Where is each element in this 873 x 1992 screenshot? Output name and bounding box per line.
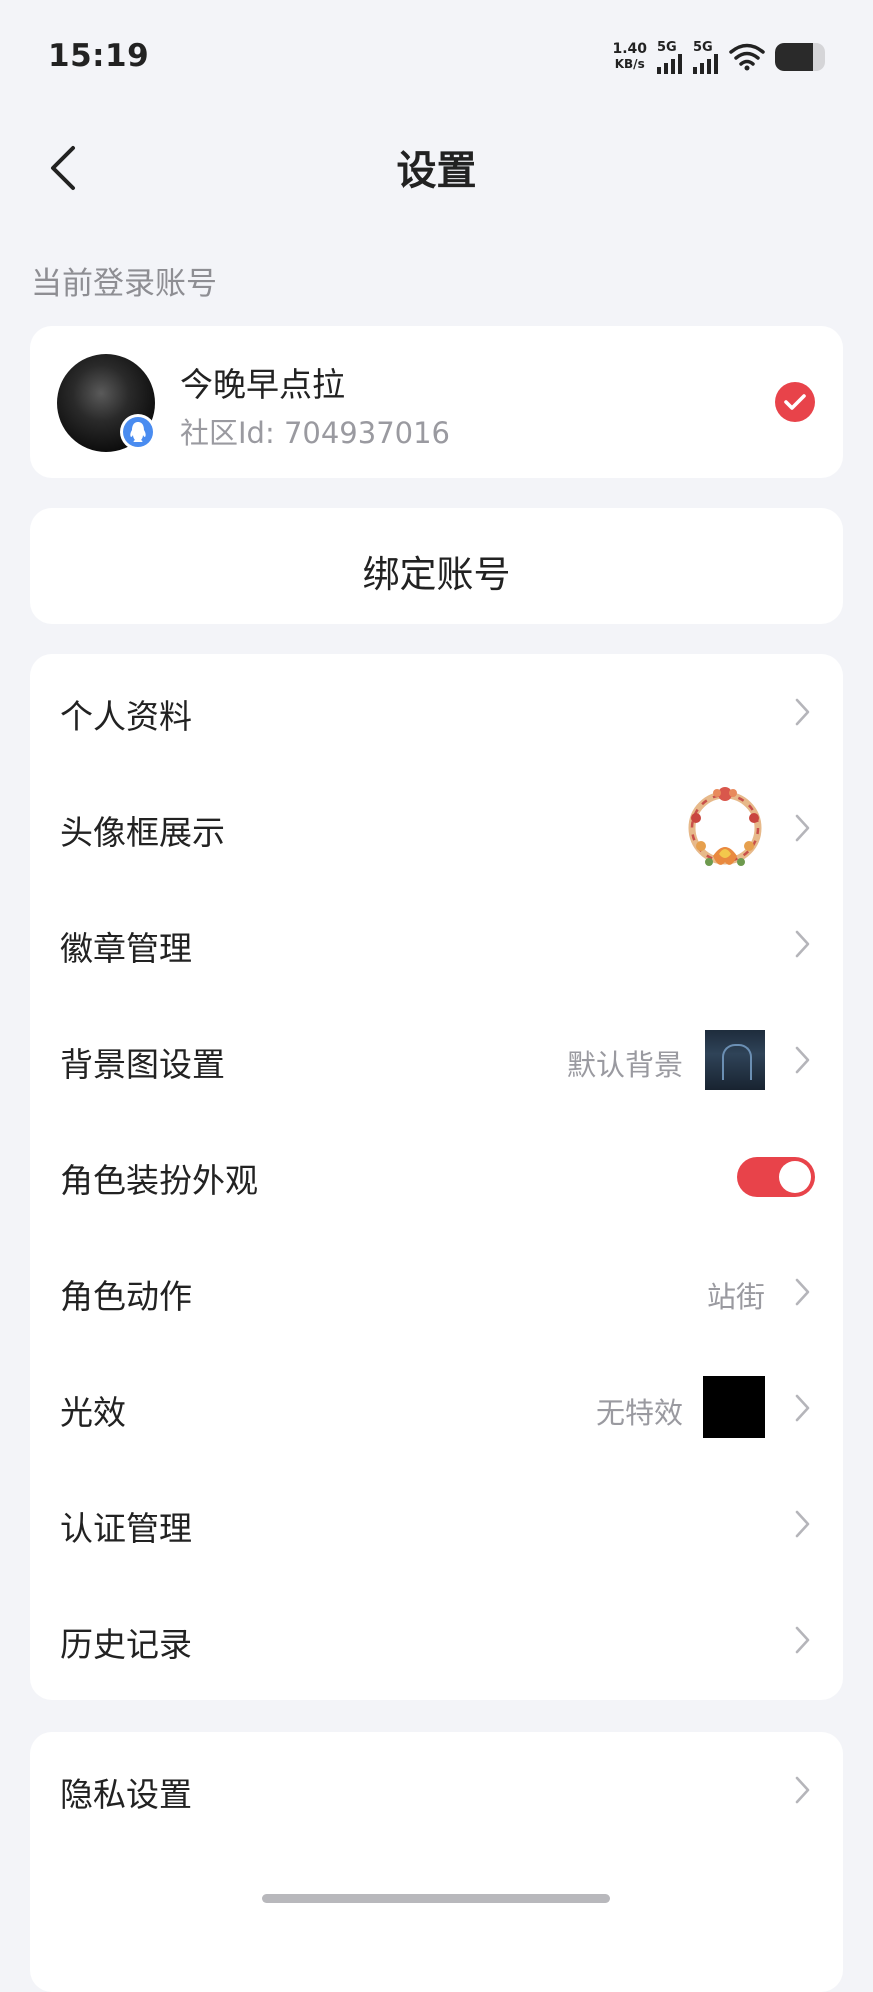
chevron-right-icon [795, 814, 810, 842]
menu-item-label: 个人资料 [60, 697, 192, 736]
menu-item-label: 光效 [60, 1393, 126, 1432]
chevron-right-icon [795, 1626, 810, 1654]
chevron-right-icon [795, 698, 810, 726]
status-icons: 1.40 KB/s 5G 5G [612, 40, 825, 74]
menu-item-profile[interactable]: 个人资料 [30, 654, 843, 770]
menu-item-label: 角色装扮外观 [60, 1161, 258, 1200]
toggle-knob [779, 1161, 811, 1193]
menu-item-avatar-frame[interactable]: 头像框展示 [30, 770, 843, 886]
wifi-icon [729, 43, 765, 71]
menu-item-character-outfit: 角色装扮外观 [30, 1118, 843, 1234]
menu-item-privacy[interactable]: 隐私设置 [30, 1732, 843, 1848]
current-account-label: 当前登录账号 [31, 266, 217, 302]
sim2-label: 5G [693, 39, 713, 55]
signal-bars-icon [657, 53, 682, 74]
network-speed: 1.40 KB/s [612, 42, 647, 72]
menu-item-value: 无特效 [595, 1396, 683, 1430]
menu-item-light-effect[interactable]: 光效 无特效 [30, 1350, 843, 1466]
checkmark-icon [784, 394, 806, 410]
signal-sim1: 5G [657, 41, 683, 74]
chevron-right-icon [795, 1278, 810, 1306]
effect-thumbnail [703, 1376, 765, 1438]
page-title: 设置 [396, 148, 477, 194]
menu-item-label: 历史记录 [60, 1625, 192, 1664]
bind-account-button[interactable]: 绑定账号 [30, 508, 843, 624]
menu-item-history[interactable]: 历史记录 [30, 1582, 843, 1698]
outfit-toggle[interactable] [737, 1157, 815, 1197]
sim1-label: 5G [657, 39, 677, 55]
battery-icon [775, 43, 825, 71]
menu-item-verification[interactable]: 认证管理 [30, 1466, 843, 1582]
status-bar: 15:19 1.40 KB/s 5G 5G [0, 0, 873, 110]
menu-item-label: 角色动作 [60, 1277, 192, 1316]
menu-item-label: 认证管理 [60, 1509, 192, 1548]
chevron-right-icon [795, 1046, 810, 1074]
menu-item-value: 站街 [706, 1280, 765, 1314]
network-speed-unit: KB/s [614, 57, 645, 71]
account-name: 今晚早点拉 [180, 365, 345, 404]
menu-item-label: 头像框展示 [60, 813, 225, 852]
qq-badge-icon [120, 414, 156, 450]
community-id: 社区Id: 704937016 [180, 416, 451, 450]
network-speed-value: 1.40 [612, 41, 647, 57]
status-time: 15:19 [48, 38, 150, 74]
background-thumbnail-arch [722, 1044, 752, 1080]
menu-item-character-action[interactable]: 角色动作 站街 [30, 1234, 843, 1350]
chevron-right-icon [795, 1394, 810, 1422]
menu-item-label: 徽章管理 [60, 929, 192, 968]
penguin-icon [130, 422, 146, 442]
menu-item-background[interactable]: 背景图设置 默认背景 [30, 1002, 843, 1118]
chevron-right-icon [795, 1510, 810, 1538]
background-thumbnail [705, 1030, 765, 1090]
account-card[interactable]: 今晚早点拉 社区Id: 704937016 [30, 326, 843, 478]
menu-item-value: 默认背景 [566, 1048, 683, 1082]
privacy-menu: 隐私设置 [30, 1732, 843, 1992]
chevron-right-icon [795, 1776, 810, 1804]
settings-menu: 个人资料 头像框展示 徽章管理 背景图设置 默认背景 角色装扮外观 角色动作 站… [30, 654, 843, 1700]
avatar-frame-icon [688, 787, 762, 866]
signal-bars-icon [693, 53, 718, 74]
signal-sim2: 5G [693, 41, 719, 74]
qq-badge-inner [123, 417, 153, 447]
menu-item-label: 背景图设置 [60, 1045, 225, 1084]
chevron-right-icon [795, 930, 810, 958]
nav-bar: 设置 [0, 118, 873, 218]
bind-account-label: 绑定账号 [362, 553, 511, 596]
menu-item-label: 隐私设置 [60, 1775, 192, 1814]
selected-check-icon [775, 382, 815, 422]
menu-item-badges[interactable]: 徽章管理 [30, 886, 843, 1002]
home-indicator[interactable] [262, 1894, 610, 1903]
battery-fill [775, 43, 813, 71]
